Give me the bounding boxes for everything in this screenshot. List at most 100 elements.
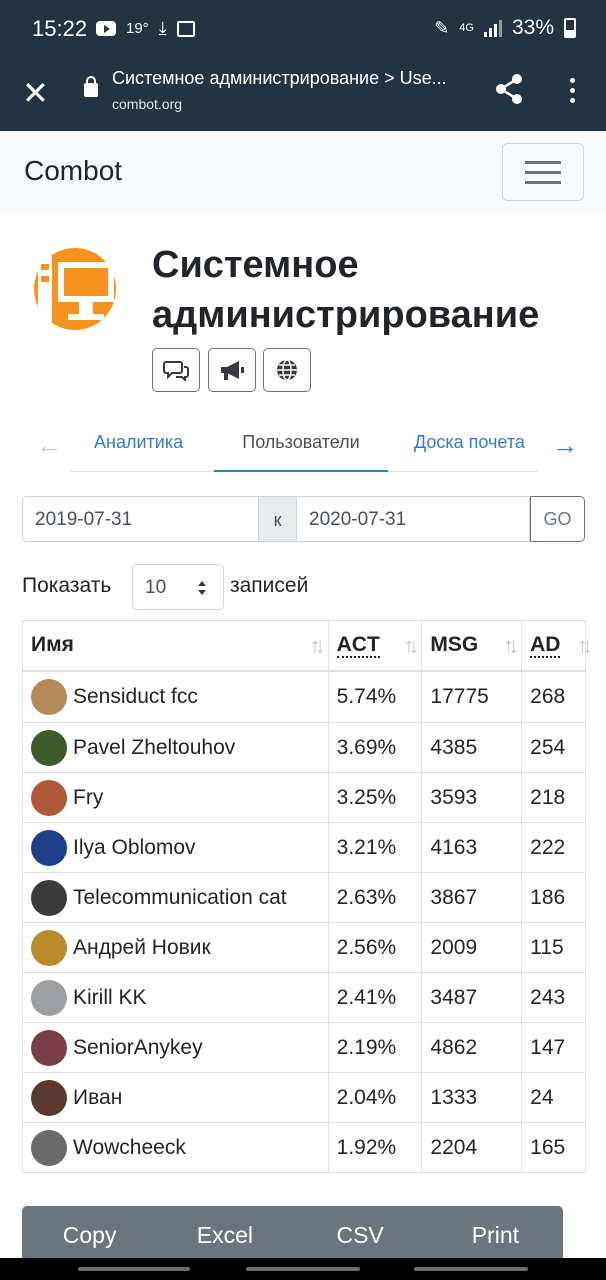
battery-percent: 33% — [511, 16, 554, 39]
website-button[interactable] — [263, 348, 311, 392]
user-name[interactable]: Иван — [73, 1086, 122, 1110]
user-name[interactable]: SeniorAnykey — [73, 1036, 203, 1060]
avatar — [31, 829, 67, 866]
overflow-menu-icon[interactable] — [562, 76, 582, 106]
user-cell: SeniorAnykey — [31, 1029, 328, 1066]
avatar — [31, 779, 67, 816]
cell-name[interactable]: Wowcheeck — [22, 1122, 329, 1173]
group-title: Системное администрирование — [152, 240, 592, 340]
cell-msg: 4385 — [421, 722, 523, 773]
avatar — [31, 979, 67, 1016]
avatar — [31, 678, 67, 715]
user-cell: Telecommunication cat — [31, 879, 328, 916]
close-tab-icon[interactable]: ✕ — [22, 76, 49, 110]
table-row: Андрей Новик 2.56% 2009 115 — [22, 922, 586, 973]
user-cell: Fry — [31, 779, 328, 816]
cell-name[interactable]: Sensiduct fcc — [22, 670, 329, 723]
header-label: ACT — [336, 633, 380, 659]
status-time: 15:22 — [32, 16, 88, 41]
table-row: Иван 2.04% 1333 24 — [22, 1072, 586, 1123]
user-name[interactable]: Kirill KK — [73, 986, 147, 1010]
user-name[interactable]: Ilya Oblomov — [73, 836, 196, 860]
user-name[interactable]: Pavel Zheltouhov — [73, 736, 235, 760]
length-prefix-label: Показать — [22, 574, 112, 597]
date-to-input[interactable]: 2020-07-31 — [296, 496, 530, 542]
user-name[interactable]: Fry — [73, 786, 103, 810]
page-url[interactable]: combot.org — [112, 96, 182, 112]
brand-logo[interactable]: Combot — [24, 155, 122, 187]
megaphone-icon — [221, 361, 244, 380]
length-suffix-label: записей — [230, 574, 309, 597]
user-name[interactable]: Telecommunication cat — [73, 886, 287, 910]
cell-act: 3.21% — [327, 822, 423, 873]
table-row: Fry 3.25% 3593 218 — [22, 772, 586, 823]
tab-leaderboard[interactable]: Доска почета — [414, 432, 525, 453]
cell-name[interactable]: Pavel Zheltouhov — [22, 722, 329, 773]
user-name[interactable]: Wowcheeck — [73, 1136, 186, 1160]
cell-act: 2.41% — [327, 972, 423, 1023]
image-icon — [176, 20, 195, 37]
date-range-separator: к — [259, 496, 296, 542]
status-right-icons: ✎ 4G 33% — [434, 16, 576, 40]
user-name[interactable]: Sensiduct fcc — [73, 685, 198, 709]
cell-act: 3.25% — [327, 772, 423, 823]
table-body: Sensiduct fcc 5.74% 17775 268 Pavel Zheltouh… — [22, 670, 586, 1173]
column-header-act[interactable]: ACT ↑↓ — [327, 620, 423, 672]
cell-msg: 3487 — [421, 972, 523, 1023]
group-title-line1: Системное — [152, 244, 359, 286]
chat-button[interactable] — [152, 348, 200, 392]
column-header-msg[interactable]: MSG ↑↓ — [421, 620, 523, 672]
copy-button[interactable]: Copy — [22, 1206, 157, 1266]
cell-name[interactable]: Kirill KK — [22, 972, 329, 1023]
avatar — [31, 729, 67, 766]
avatar — [31, 879, 67, 916]
date-from-input[interactable]: 2019-07-31 — [22, 496, 259, 542]
sort-icon: ↑↓ — [403, 633, 419, 658]
column-header-ad[interactable]: AD ↑↓ — [521, 620, 593, 672]
cell-act: 3.69% — [327, 722, 423, 773]
chat-icon — [163, 361, 189, 381]
cell-name[interactable]: Telecommunication cat — [22, 872, 329, 923]
column-header-name[interactable]: Имя ↑↓ — [22, 620, 329, 672]
cell-name[interactable]: SeniorAnykey — [22, 1022, 329, 1073]
status-bar: 15:22 19° ⤓ ✎ 4G 33% — [0, 0, 606, 58]
select-caret-icon — [198, 581, 206, 595]
export-button-group: Copy Excel CSV Print — [22, 1206, 563, 1266]
print-button[interactable]: Print — [428, 1206, 563, 1266]
header-label: Имя — [31, 633, 74, 657]
cell-name[interactable]: Ilya Oblomov — [22, 822, 329, 873]
navbar-toggle-button[interactable] — [502, 143, 584, 201]
cell-act: 1.92% — [327, 1122, 423, 1173]
cell-act: 2.56% — [327, 922, 423, 973]
announce-button[interactable] — [208, 348, 256, 392]
cell-msg: 17775 — [421, 670, 523, 723]
site-navbar: Combot — [0, 131, 606, 213]
cell-msg: 4163 — [421, 822, 523, 873]
tabs-prev-arrow-icon[interactable]: ← — [36, 430, 62, 461]
cell-ad: 268 — [521, 670, 586, 723]
user-name[interactable]: Андрей Новик — [73, 936, 211, 960]
table-header-row: Имя ↑↓ ACT ↑↓ MSG ↑↓ AD ↑↓ — [22, 620, 593, 672]
csv-button[interactable]: CSV — [293, 1206, 428, 1266]
user-cell: Ilya Oblomov — [31, 829, 328, 866]
cell-name[interactable]: Андрей Новик — [22, 922, 329, 973]
table-row: Sensiduct fcc 5.74% 17775 268 — [22, 670, 586, 723]
cell-name[interactable]: Иван — [22, 1072, 329, 1123]
cell-ad: 254 — [521, 722, 586, 773]
tabs-next-arrow-icon[interactable]: → — [552, 430, 578, 461]
weather-temp: 19° — [126, 20, 149, 37]
page-length-select[interactable]: 10 — [132, 564, 224, 610]
cell-msg: 4862 — [421, 1022, 523, 1073]
user-cell: Pavel Zheltouhov — [31, 729, 328, 766]
cell-name[interactable]: Fry — [22, 772, 329, 823]
go-button[interactable]: GO — [530, 496, 585, 542]
cell-msg: 3593 — [421, 772, 523, 823]
page-title-bar[interactable]: Системное администрирование > Use... — [112, 68, 472, 89]
tab-analytics[interactable]: Аналитика — [94, 432, 183, 453]
share-icon[interactable] — [494, 73, 524, 105]
excel-button[interactable]: Excel — [157, 1206, 292, 1266]
tab-users[interactable]: Пользователи — [214, 432, 388, 472]
pen-icon: ✎ — [434, 17, 450, 38]
group-title-line2: администрирование — [152, 294, 540, 336]
cell-ad: 222 — [521, 822, 586, 873]
